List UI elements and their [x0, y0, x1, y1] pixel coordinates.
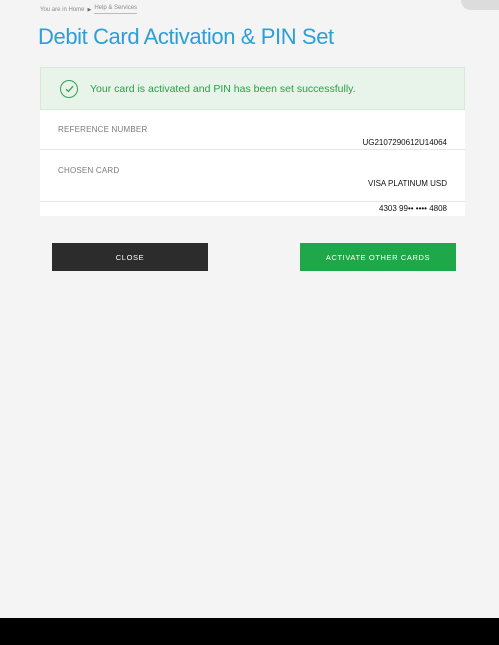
breadcrumb-home[interactable]: You are in Home [40, 7, 84, 13]
page: You are in Home ▶ Help & Services Debit … [0, 0, 499, 618]
check-circle-icon [60, 79, 78, 98]
card-number-row: 4303 99•• •••• 4808 [40, 202, 465, 216]
card-type: VISA PLATINUM USD [368, 179, 447, 188]
window-corner [461, 0, 499, 10]
breadcrumb-current[interactable]: Help & Services [94, 5, 138, 14]
reference-label: REFERENCE NUMBER [58, 125, 148, 134]
chevron-right-icon: ▶ [87, 6, 92, 13]
card-label: CHOSEN CARD [58, 166, 120, 175]
activate-other-cards-button[interactable]: ACTIVATE OTHER CARDS [300, 243, 456, 271]
page-title: Debit Card Activation & PIN Set [38, 24, 334, 49]
card-row: CHOSEN CARD VISA PLATINUM USD [40, 150, 465, 202]
reference-value: UG2107290612U14064 [362, 138, 447, 147]
success-message: Your card is activated and PIN has been … [90, 82, 356, 95]
bottom-bar [0, 618, 499, 645]
card-number: 4303 99•• •••• 4808 [379, 204, 447, 213]
close-button[interactable]: CLOSE [52, 243, 208, 271]
success-banner: Your card is activated and PIN has been … [40, 67, 465, 110]
reference-row: REFERENCE NUMBER UG2107290612U14064 [40, 110, 465, 150]
result-panel: Your card is activated and PIN has been … [40, 67, 465, 216]
breadcrumb: You are in Home ▶ Help & Services [40, 5, 138, 14]
